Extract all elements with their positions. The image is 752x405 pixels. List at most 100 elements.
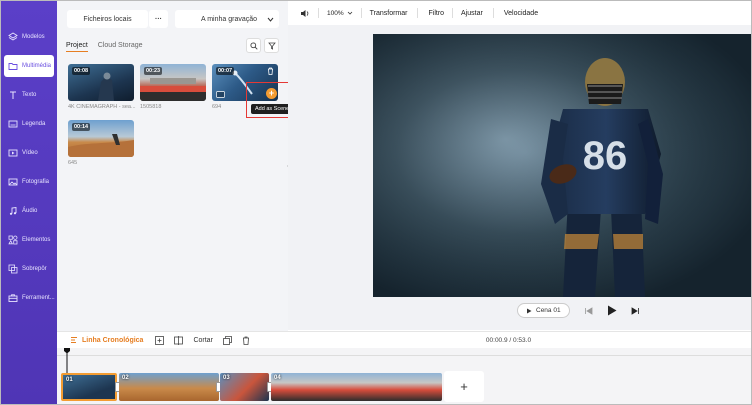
layers-icon bbox=[8, 32, 18, 41]
thumb-name: 1505818 bbox=[140, 104, 162, 110]
tab-project[interactable]: Project bbox=[66, 42, 88, 52]
scene-label: Cena 01 bbox=[536, 307, 561, 314]
plus-icon: + bbox=[268, 88, 275, 98]
divider bbox=[318, 8, 319, 18]
recording-label: A minha gravação bbox=[201, 15, 258, 23]
duration-badge: 00:14 bbox=[72, 123, 91, 131]
divider bbox=[417, 8, 419, 18]
sidebar-item-legenda[interactable]: Legenda bbox=[4, 113, 54, 135]
more-icon: ··· bbox=[155, 15, 162, 23]
split-icon[interactable] bbox=[174, 335, 184, 345]
sidebar-item-video[interactable]: Vídeo bbox=[4, 142, 54, 164]
time-display: 00:00.9 / 0:53.0 bbox=[485, 336, 532, 344]
trash-icon[interactable] bbox=[267, 67, 274, 75]
timeline-ruler[interactable] bbox=[57, 348, 751, 356]
media-tabs: Project Cloud Storage bbox=[66, 42, 143, 52]
add-clip-button[interactable]: + bbox=[444, 371, 484, 402]
sidebar-item-label: Sobrepôr bbox=[22, 266, 47, 272]
tab-timeline[interactable]: Linha Cronológica bbox=[82, 337, 143, 344]
duplicate-icon[interactable] bbox=[223, 335, 232, 345]
transformar-button[interactable]: Transformar bbox=[370, 10, 408, 17]
sidebar-item-label: Ferrament... bbox=[22, 295, 55, 301]
media-thumb[interactable]: 00:14 bbox=[68, 120, 134, 157]
sidebar-item-fotografia[interactable]: Fotografia bbox=[4, 171, 54, 193]
timeline-clip[interactable]: 04 bbox=[271, 373, 442, 401]
divider bbox=[452, 8, 454, 18]
sidebar-item-label: Fotografia bbox=[22, 179, 50, 185]
clip-number: 02 bbox=[122, 375, 129, 381]
recording-dropdown[interactable]: A minha gravação bbox=[175, 10, 279, 28]
folder-icon bbox=[8, 63, 18, 70]
sidebar-item-label: Vídeo bbox=[22, 150, 38, 156]
svg-text:86: 86 bbox=[583, 134, 628, 178]
plus-icon: + bbox=[460, 379, 468, 394]
music-icon bbox=[9, 206, 17, 215]
video-icon bbox=[8, 149, 18, 157]
image-icon bbox=[8, 178, 18, 186]
sidebar-item-ferramentas[interactable]: Ferrament... bbox=[4, 287, 55, 309]
velocidade-button[interactable]: Velocidade bbox=[504, 10, 538, 17]
timeline-clip[interactable]: 02 bbox=[119, 373, 219, 401]
video-canvas[interactable]: 86 bbox=[373, 34, 751, 297]
play-icon[interactable] bbox=[607, 305, 617, 316]
sidebar-item-label: Legenda bbox=[22, 121, 46, 127]
sidebar-item-label: Elementos bbox=[22, 237, 51, 243]
add-scene-tooltip: Add as Scene bbox=[251, 104, 294, 114]
timeline-icon bbox=[71, 337, 77, 343]
media-thumb[interactable]: 00:08 bbox=[68, 64, 134, 101]
local-files-button[interactable]: Ficheiros locais bbox=[67, 10, 148, 28]
scene-selector[interactable]: Cena 01 bbox=[517, 303, 570, 318]
sidebar-item-modelos[interactable]: Modelos bbox=[4, 26, 54, 48]
sidebar-item-label: Texto bbox=[22, 92, 37, 98]
timeline-toolbar: Linha Cronológica Cortar 00:00.9 / 0:53.… bbox=[57, 331, 751, 348]
sidebar-item-label: Áudio bbox=[22, 208, 38, 214]
add-scene-button[interactable]: + bbox=[266, 88, 277, 99]
sidebar-item-elementos[interactable]: Elementos bbox=[4, 229, 54, 251]
thumb-name: 645 bbox=[68, 160, 78, 166]
sidebar: Modelos Multimédia Texto Legenda Vídeo F… bbox=[1, 1, 57, 404]
filtro-button[interactable]: Filtro bbox=[428, 10, 444, 17]
text-icon bbox=[10, 91, 16, 99]
tab-cloud-storage[interactable]: Cloud Storage bbox=[98, 42, 143, 52]
duration-badge: 00:08 bbox=[72, 67, 91, 75]
cut-button[interactable]: Cortar bbox=[193, 337, 212, 344]
timeline-clip[interactable]: 03 bbox=[220, 373, 269, 401]
divider bbox=[360, 8, 362, 18]
sidebar-item-multimedia[interactable]: Multimédia bbox=[4, 55, 54, 77]
toolbox-icon bbox=[8, 294, 18, 302]
duration-badge: 00:23 bbox=[144, 67, 163, 75]
delete-icon[interactable] bbox=[242, 336, 250, 345]
media-thumb[interactable]: 00:23 bbox=[140, 64, 206, 101]
caption-icon bbox=[8, 120, 18, 128]
more-options-button[interactable]: ··· bbox=[149, 10, 168, 28]
elements-icon bbox=[8, 235, 18, 245]
sidebar-item-sobrepor[interactable]: Sobrepôr bbox=[4, 258, 54, 280]
search-button[interactable] bbox=[246, 38, 261, 53]
local-files-label: Ficheiros locais bbox=[83, 15, 132, 23]
clip-number: 03 bbox=[223, 375, 230, 381]
sidebar-item-texto[interactable]: Texto bbox=[4, 84, 54, 106]
football-player-image: 86 bbox=[373, 34, 751, 297]
divider bbox=[492, 8, 494, 18]
chevron-down-icon bbox=[347, 11, 352, 15]
duration-badge: 00:07 bbox=[216, 67, 235, 75]
next-icon[interactable] bbox=[631, 306, 640, 315]
filter-button[interactable] bbox=[264, 38, 279, 53]
chevron-down-icon bbox=[267, 17, 274, 22]
previous-icon[interactable] bbox=[584, 306, 593, 315]
sidebar-item-audio[interactable]: Áudio bbox=[4, 200, 54, 222]
play-small-icon bbox=[527, 308, 532, 313]
volume-icon[interactable] bbox=[300, 9, 310, 18]
overlay-icon bbox=[8, 264, 18, 274]
thumb-name: 4K CINEMAGRAPH - sea... bbox=[68, 104, 136, 110]
thumb-name: 694 bbox=[212, 104, 222, 110]
add-box-icon[interactable] bbox=[155, 335, 165, 345]
ajustar-button[interactable]: Ajustar bbox=[461, 10, 483, 17]
edit-toolbar: 100% Transformar Filtro Ajustar Velocida… bbox=[288, 1, 751, 25]
sidebar-item-label: Multimédia bbox=[22, 63, 52, 69]
timeline-clip[interactable]: 01 bbox=[61, 373, 117, 401]
replace-icon[interactable] bbox=[216, 91, 225, 98]
zoom-select[interactable]: 100% bbox=[327, 10, 344, 17]
playhead[interactable] bbox=[64, 348, 70, 374]
search-icon bbox=[249, 41, 258, 50]
